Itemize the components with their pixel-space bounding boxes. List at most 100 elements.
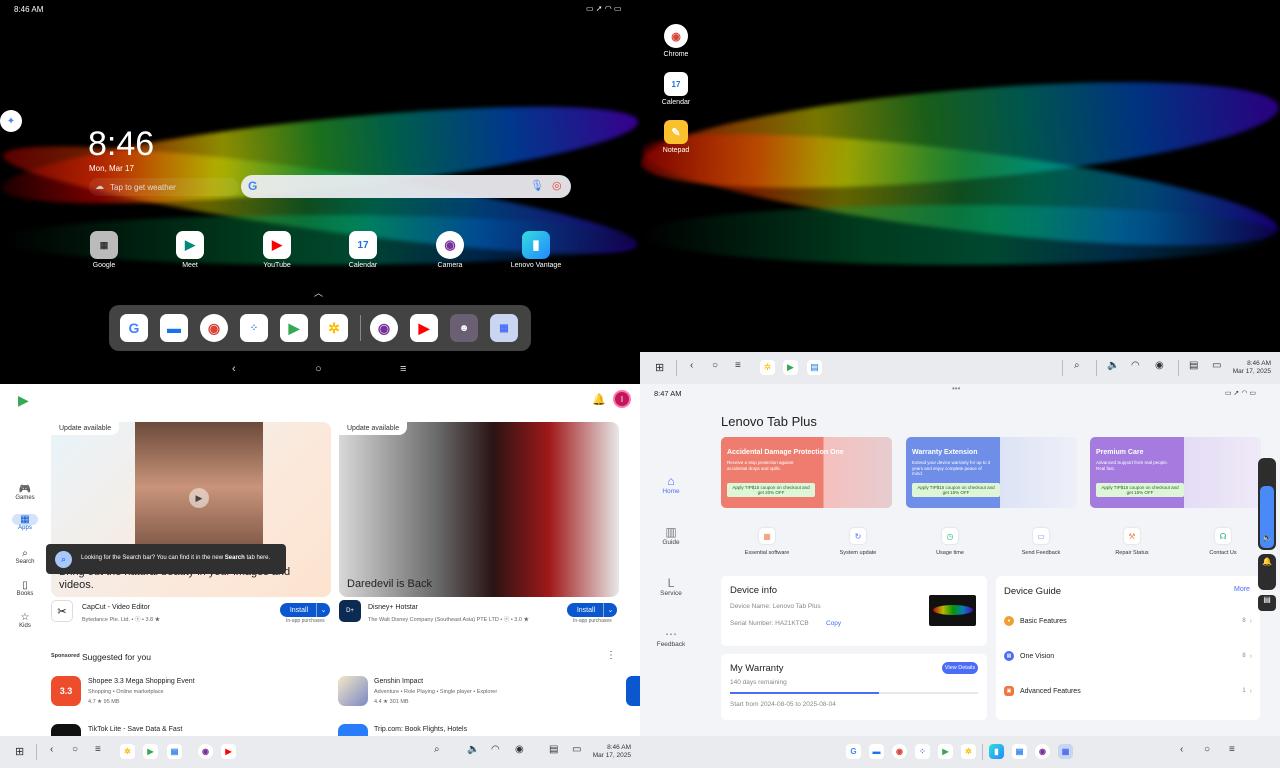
recents-icon[interactable]: ≡ <box>1229 744 1235 755</box>
app-lenovo-vantage[interactable]: ▮ Lenovo Vantage <box>506 231 566 269</box>
promo-warranty-extension[interactable]: Warranty Extension Extend your device wa… <box>906 437 1077 508</box>
photos-icon[interactable]: ✲ <box>760 360 775 375</box>
view-details-button[interactable]: View Details <box>942 662 978 674</box>
mic-icon[interactable]: 🎙 <box>530 179 544 192</box>
copy-serial-link[interactable]: Copy <box>826 620 841 627</box>
taskbar-clock[interactable]: 8:46 AM Mar 17, 2025 <box>588 744 631 760</box>
nav-home[interactable]: ⌂ Home <box>654 474 688 495</box>
back-icon[interactable]: ‹ <box>1180 744 1183 755</box>
nav-kids[interactable]: ☆ Kids <box>4 612 46 629</box>
volume-slider[interactable]: 🔈 <box>1258 458 1276 550</box>
lenovo-vantage-icon[interactable]: ▮ <box>989 744 1004 759</box>
play-store-icon[interactable]: ▶ <box>280 314 308 342</box>
photos-icon[interactable]: ✲ <box>320 314 348 342</box>
home-icon[interactable]: ○ <box>1204 744 1210 755</box>
app-drawer-chevron-icon[interactable]: ︿ <box>314 286 323 299</box>
recents-icon[interactable]: ≡ <box>95 744 101 755</box>
back-icon[interactable]: ‹ <box>50 744 53 755</box>
recents-icon[interactable]: ≡ <box>400 363 406 375</box>
nav-search[interactable]: ⌕ Search <box>4 548 46 565</box>
play-store-icon[interactable]: ▶ <box>938 744 953 759</box>
genshin-icon[interactable] <box>338 676 368 706</box>
chrome-icon[interactable]: ◉ <box>200 314 228 342</box>
app-calendar[interactable]: 17 Calendar <box>333 231 393 269</box>
volume-settings-button[interactable]: ▤ <box>1258 595 1276 611</box>
nav-feedback[interactable]: ⋯ Feedback <box>654 627 688 648</box>
tiktok-lite-icon[interactable] <box>51 724 81 736</box>
camera-icon[interactable]: ◉ <box>198 744 213 759</box>
files-icon[interactable]: ▤ <box>807 360 822 375</box>
home-icon[interactable]: ○ <box>712 360 718 371</box>
guide-item-advanced-features[interactable]: ▣ Advanced Features 1 › <box>1004 684 1252 698</box>
ring-mode-button[interactable]: 🔔 <box>1258 554 1276 590</box>
all-apps-icon[interactable]: ▦ <box>1058 744 1073 759</box>
quick-essential-software[interactable]: ▦ Essential software <box>737 528 797 556</box>
scroll-next-button[interactable] <box>626 676 640 706</box>
back-icon[interactable]: ‹ <box>232 363 236 375</box>
quick-system-update[interactable]: ↻ System update <box>828 528 888 556</box>
notes-icon[interactable]: ▤ <box>1189 360 1198 371</box>
photos-icon[interactable]: ✲ <box>120 744 135 759</box>
messages-icon[interactable]: ▬ <box>869 744 884 759</box>
desktop-app-notepad[interactable]: ✎ Notepad <box>651 120 701 154</box>
install-button[interactable]: Install ⌄ <box>280 603 330 617</box>
chrome-icon[interactable]: ◉ <box>892 744 907 759</box>
guide-item-one-vision[interactable]: ▦ One Vision 8 › <box>1004 649 1252 663</box>
app-google-folder[interactable]: ▦ Google <box>74 231 134 269</box>
start-menu-icon[interactable]: ⊞ <box>655 361 664 374</box>
google-search-bar[interactable]: G 🎙 ◎ <box>241 175 571 198</box>
promo-premium-care[interactable]: Premium Care Advanced Support from real … <box>1090 437 1261 508</box>
youtube-icon[interactable]: ▶ <box>221 744 236 759</box>
play-store-icon[interactable]: ▶ <box>783 360 798 375</box>
location-icon[interactable]: ◉ <box>1155 360 1164 371</box>
play-video-icon[interactable]: ▶ <box>189 488 209 508</box>
play-store-icon[interactable]: ▶ <box>143 744 158 759</box>
nav-games[interactable]: 🎮 Games <box>4 484 46 501</box>
search-icon[interactable]: ⌕ <box>434 744 440 755</box>
youtube-icon[interactable]: ▶ <box>410 314 438 342</box>
install-dropdown-icon[interactable]: ⌄ <box>603 603 617 617</box>
avatar[interactable]: I <box>613 390 631 408</box>
guide-item-basic-features[interactable]: ● Basic Features 8 › <box>1004 614 1252 628</box>
recents-icon[interactable]: ≡ <box>735 360 741 371</box>
trip-icon[interactable] <box>338 724 368 736</box>
all-apps-icon[interactable]: ▦ <box>490 314 518 342</box>
nav-guide[interactable]: ▥ Guide <box>654 525 688 546</box>
home-icon[interactable]: ○ <box>315 363 322 375</box>
nav-service[interactable]: L Service <box>654 576 688 597</box>
featured-card-hotstar[interactable]: Update available Daredevil is Back <box>339 422 619 597</box>
promo-accidental-damage[interactable]: Accidental Damage Protection One Receive… <box>721 437 892 508</box>
app-meet[interactable]: ▶ Meet <box>160 231 220 269</box>
notifications-bell-icon[interactable]: 🔔 <box>592 393 606 406</box>
volume-icon[interactable]: 🔈 <box>1107 360 1119 371</box>
nav-books[interactable]: ▯ Books <box>4 580 46 597</box>
files-icon[interactable]: ▤ <box>1012 744 1027 759</box>
quick-send-feedback[interactable]: ▭ Send Feedback <box>1011 528 1071 556</box>
search-icon[interactable]: ⌕ <box>1074 360 1080 371</box>
back-icon[interactable]: ‹ <box>690 360 693 371</box>
app-camera[interactable]: ◉ Camera <box>420 231 480 269</box>
taskbar-clock[interactable]: 8:46 AM Mar 17, 2025 <box>1228 360 1271 376</box>
guide-more-link[interactable]: More <box>1234 586 1250 593</box>
shopee-icon[interactable]: 3.3 <box>51 676 81 706</box>
assistant-bubble-icon[interactable]: ✦ <box>0 110 22 132</box>
home-icon[interactable]: ○ <box>72 744 78 755</box>
game-app-icon[interactable]: ☻ <box>450 314 478 342</box>
hotstar-icon[interactable]: D+ <box>339 600 361 622</box>
nav-apps[interactable]: ▦ Apps <box>4 514 46 531</box>
files-icon[interactable]: ▤ <box>167 744 182 759</box>
quick-usage-time[interactable]: ◷ Usage time <box>920 528 980 556</box>
location-icon[interactable]: ◉ <box>515 744 524 755</box>
install-dropdown-icon[interactable]: ⌄ <box>316 603 330 617</box>
wifi-icon[interactable]: ◠ <box>491 744 500 755</box>
search-tooltip[interactable]: ⌕ Looking for the Search bar? You can fi… <box>46 544 286 574</box>
install-button[interactable]: Install ⌄ <box>567 603 617 617</box>
quick-repair-status[interactable]: ⚒ Repair Status <box>1102 528 1162 556</box>
weather-widget[interactable]: ☁ Tap to get weather <box>89 178 239 196</box>
lens-icon[interactable]: ◎ <box>552 179 562 192</box>
volume-icon[interactable]: 🔈 <box>467 744 479 755</box>
window-handle-icon[interactable]: ••• <box>952 384 960 393</box>
notes-icon[interactable]: ▤ <box>549 744 558 755</box>
camera-icon[interactable]: ◉ <box>1035 744 1050 759</box>
assistant-icon[interactable]: ⁘ <box>240 314 268 342</box>
